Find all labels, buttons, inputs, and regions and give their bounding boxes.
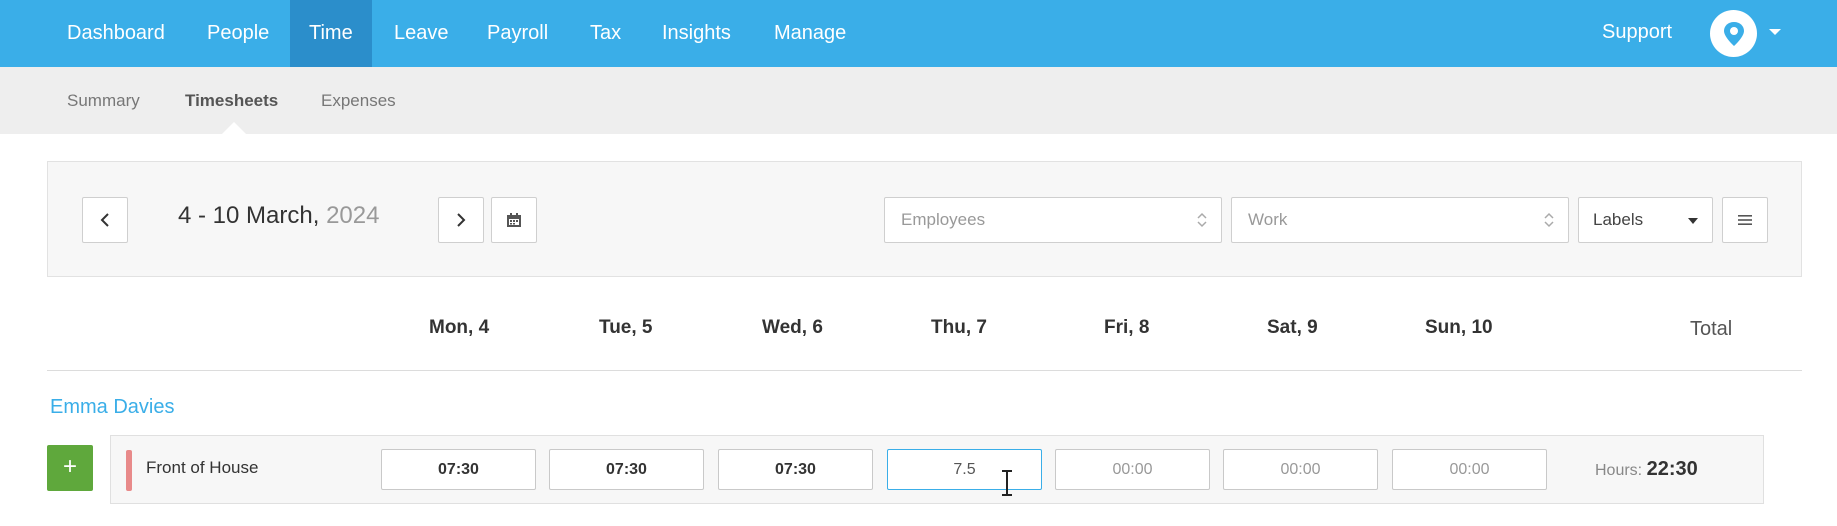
menu-icon	[1738, 215, 1752, 225]
labels-dropdown[interactable]: Labels	[1578, 197, 1713, 243]
date-range-text: 4 - 10 March,	[178, 202, 320, 229]
next-week-button[interactable]	[438, 197, 484, 243]
date-range-year: 2024	[326, 202, 380, 229]
row-color-bar	[126, 450, 132, 491]
timesheet-row: Front of House 07:30 07:30 07:30 7.5 00:…	[110, 435, 1764, 504]
nav-manage[interactable]: Manage	[755, 0, 865, 67]
nav-dashboard[interactable]: Dashboard	[48, 0, 184, 67]
time-cell-thu[interactable]: 7.5	[887, 449, 1042, 490]
divider	[47, 370, 1802, 371]
menu-button[interactable]	[1722, 197, 1768, 243]
time-cell-fri[interactable]: 00:00	[1055, 449, 1210, 490]
nav-insights[interactable]: Insights	[643, 0, 750, 67]
time-cell-mon[interactable]: 07:30	[381, 449, 536, 490]
day-header-tue: Tue, 5	[599, 317, 653, 338]
day-header-mon: Mon, 4	[429, 317, 490, 338]
work-select-label: Work	[1248, 210, 1288, 229]
sub-nav: Summary Timesheets Expenses	[0, 67, 1837, 134]
updown-arrows-icon	[1197, 212, 1207, 228]
time-cell-tue[interactable]: 07:30	[549, 449, 704, 490]
nav-payroll[interactable]: Payroll	[468, 0, 567, 67]
text-cursor-icon	[1002, 470, 1012, 496]
chevron-left-icon	[100, 213, 109, 227]
prev-week-button[interactable]	[82, 197, 128, 243]
day-header-fri: Fri, 8	[1104, 317, 1150, 338]
day-header-sat: Sat, 9	[1267, 317, 1318, 338]
timesheet-toolbar: 4 - 10 March, 2024 Employees Work Labels	[47, 161, 1802, 277]
row-hours-total: Hours: 22:30	[1595, 458, 1698, 481]
updown-arrows-icon	[1544, 212, 1554, 228]
subnav-expenses[interactable]: Expenses	[321, 67, 396, 134]
nav-leave[interactable]: Leave	[375, 0, 468, 67]
avatar-icon	[1723, 21, 1744, 46]
hours-label: Hours:	[1595, 462, 1643, 479]
add-entry-button[interactable]: +	[47, 445, 93, 491]
caret-down-icon	[1688, 218, 1698, 224]
time-cell-sun[interactable]: 00:00	[1392, 449, 1547, 490]
subnav-summary[interactable]: Summary	[67, 67, 140, 134]
employees-select-label: Employees	[901, 210, 986, 229]
avatar[interactable]	[1710, 10, 1757, 57]
total-header: Total	[1690, 318, 1733, 340]
employee-name[interactable]: Emma Davies	[50, 396, 174, 419]
top-nav: Dashboard People Time Leave Payroll Tax …	[0, 0, 1837, 67]
time-cell-wed[interactable]: 07:30	[718, 449, 873, 490]
calendar-button[interactable]	[491, 197, 537, 243]
employees-select[interactable]: Employees	[884, 197, 1222, 243]
time-cell-sat[interactable]: 00:00	[1223, 449, 1378, 490]
support-link[interactable]: Support	[1602, 0, 1672, 67]
calendar-icon	[507, 213, 521, 227]
row-label: Front of House	[146, 458, 259, 477]
nav-time[interactable]: Time	[290, 0, 372, 67]
chevron-right-icon	[457, 213, 466, 227]
day-header-thu: Thu, 7	[931, 317, 987, 338]
labels-dropdown-label: Labels	[1593, 210, 1644, 229]
day-header-sun: Sun, 10	[1425, 317, 1493, 338]
nav-tax[interactable]: Tax	[571, 0, 640, 67]
hours-value: 22:30	[1646, 458, 1698, 480]
work-select[interactable]: Work	[1231, 197, 1569, 243]
caret-down-icon[interactable]	[1769, 29, 1781, 35]
day-header-wed: Wed, 6	[762, 317, 823, 338]
active-pointer	[222, 122, 246, 134]
date-range: 4 - 10 March, 2024	[178, 202, 379, 230]
nav-people[interactable]: People	[188, 0, 288, 67]
